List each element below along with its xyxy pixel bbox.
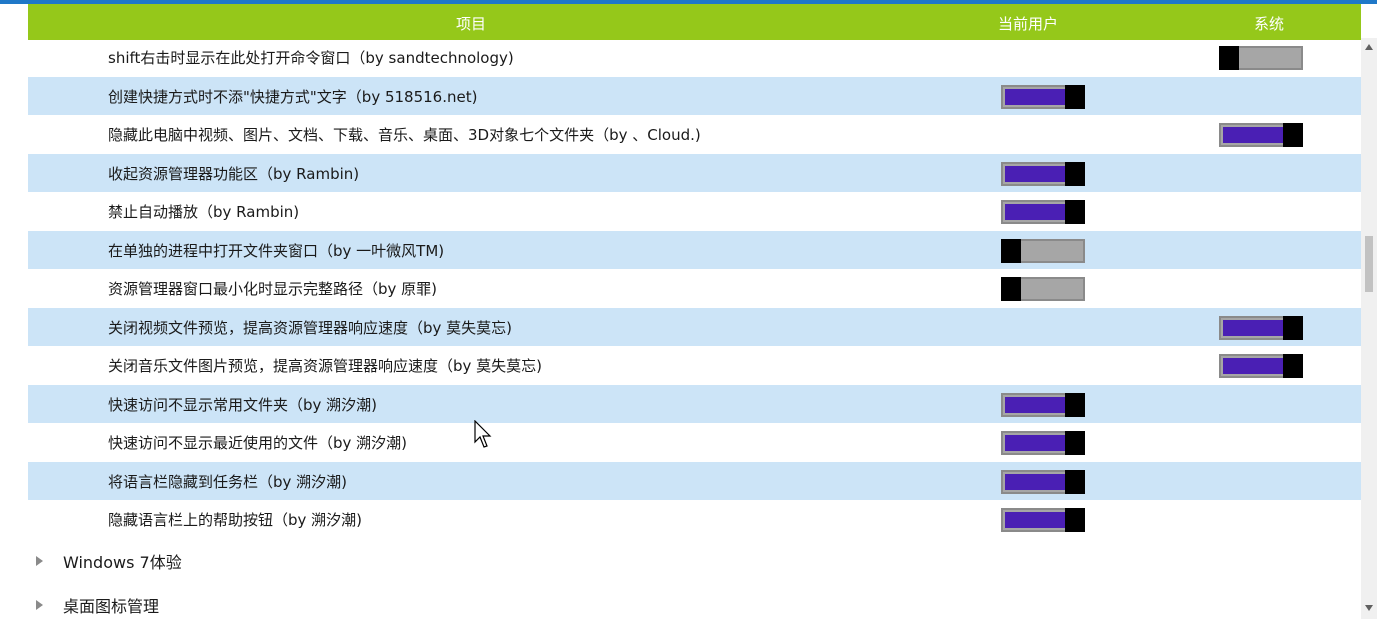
setting-label: 禁止自动播放（by Rambin) bbox=[108, 203, 300, 221]
setting-row: shift右击时显示在此处打开命令窗口（by sandtechnology) bbox=[28, 38, 1361, 77]
setting-row: 将语言栏隐藏到任务栏（by 溯汐潮) bbox=[28, 461, 1361, 500]
group-desktop-icon-management[interactable]: 桌面图标管理 bbox=[36, 593, 159, 617]
current-user-toggle[interactable] bbox=[1001, 238, 1085, 263]
setting-row: 隐藏语言栏上的帮助按钮（by 溯汐潮) bbox=[28, 500, 1361, 539]
setting-label: 隐藏此电脑中视频、图片、文档、下载、音乐、桌面、3D对象七个文件夹（by 、Cl… bbox=[108, 126, 701, 144]
column-header-system: 系统 bbox=[1254, 15, 1285, 33]
settings-list: shift右击时显示在此处打开命令窗口（by sandtechnology) 创建… bbox=[28, 38, 1361, 539]
expand-arrow-icon[interactable] bbox=[36, 556, 43, 566]
current-user-toggle[interactable] bbox=[1001, 200, 1085, 224]
toggle-thumb bbox=[1283, 123, 1303, 147]
setting-label: 快速访问不显示最近使用的文件（by 溯汐潮) bbox=[108, 434, 408, 452]
setting-label: 快速访问不显示常用文件夹（by 溯汐潮) bbox=[108, 395, 378, 414]
system-toggle[interactable] bbox=[1219, 315, 1303, 340]
group-label: Windows 7体验 bbox=[63, 553, 182, 572]
setting-row: 快速访问不显示常用文件夹（by 溯汐潮) bbox=[28, 384, 1361, 423]
group-label: 桌面图标管理 bbox=[63, 597, 160, 616]
setting-label: 在单独的进程中打开文件夹窗口（by 一叶微风TM) bbox=[108, 241, 445, 260]
setting-label: 创建快捷方式时不添"快捷方式"文字（by 518516.net) bbox=[108, 87, 478, 106]
column-header: 项目 当前用户 系统 bbox=[28, 4, 1361, 40]
mouse-cursor-icon bbox=[474, 420, 492, 448]
scroll-up-arrow-icon[interactable] bbox=[1365, 44, 1373, 50]
toggle-thumb bbox=[1001, 277, 1021, 301]
toggle-thumb bbox=[1065, 392, 1085, 417]
toggle-thumb bbox=[1065, 469, 1085, 494]
toggle-thumb bbox=[1283, 354, 1303, 378]
current-user-toggle[interactable] bbox=[1001, 469, 1085, 494]
setting-label: shift右击时显示在此处打开命令窗口（by sandtechnology) bbox=[108, 49, 514, 67]
setting-label: 关闭视频文件预览，提高资源管理器响应速度（by 莫失莫忘) bbox=[108, 318, 513, 337]
toggle-thumb bbox=[1001, 238, 1021, 263]
vertical-scrollbar[interactable] bbox=[1361, 38, 1377, 619]
current-user-toggle[interactable] bbox=[1001, 508, 1085, 532]
setting-row: 禁止自动播放（by Rambin) bbox=[28, 192, 1361, 231]
toggle-thumb bbox=[1065, 200, 1085, 224]
setting-label: 资源管理器窗口最小化时显示完整路径（by 原罪) bbox=[108, 280, 438, 298]
expand-arrow-icon[interactable] bbox=[36, 600, 43, 610]
setting-label: 收起资源管理器功能区（by Rambin) bbox=[108, 164, 360, 183]
toggle-thumb bbox=[1283, 315, 1303, 340]
scroll-down-arrow-icon[interactable] bbox=[1365, 605, 1373, 611]
current-user-toggle[interactable] bbox=[1001, 84, 1085, 109]
toggle-thumb bbox=[1219, 46, 1239, 70]
system-toggle[interactable] bbox=[1219, 354, 1303, 378]
setting-label: 将语言栏隐藏到任务栏（by 溯汐潮) bbox=[108, 472, 348, 491]
column-header-item: 项目 bbox=[456, 15, 487, 33]
toggle-thumb bbox=[1065, 84, 1085, 109]
setting-row: 创建快捷方式时不添"快捷方式"文字（by 518516.net) bbox=[28, 76, 1361, 115]
current-user-toggle[interactable] bbox=[1001, 431, 1085, 455]
setting-row: 收起资源管理器功能区（by Rambin) bbox=[28, 153, 1361, 192]
setting-row: 资源管理器窗口最小化时显示完整路径（by 原罪) bbox=[28, 269, 1361, 308]
setting-row: 快速访问不显示最近使用的文件（by 溯汐潮) bbox=[28, 423, 1361, 462]
toggle-thumb bbox=[1065, 161, 1085, 186]
system-toggle[interactable] bbox=[1219, 46, 1303, 70]
scrollbar-thumb[interactable] bbox=[1365, 236, 1373, 292]
system-toggle[interactable] bbox=[1219, 123, 1303, 147]
current-user-toggle[interactable] bbox=[1001, 161, 1085, 186]
current-user-toggle[interactable] bbox=[1001, 277, 1085, 301]
setting-row: 关闭视频文件预览，提高资源管理器响应速度（by 莫失莫忘) bbox=[28, 307, 1361, 346]
setting-row: 在单独的进程中打开文件夹窗口（by 一叶微风TM) bbox=[28, 230, 1361, 269]
current-user-toggle[interactable] bbox=[1001, 392, 1085, 417]
toggle-thumb bbox=[1065, 508, 1085, 532]
column-header-current-user: 当前用户 bbox=[998, 15, 1059, 33]
group-windows7-experience[interactable]: Windows 7体验 bbox=[36, 549, 182, 573]
setting-row: 隐藏此电脑中视频、图片、文档、下载、音乐、桌面、3D对象七个文件夹（by 、Cl… bbox=[28, 115, 1361, 154]
setting-row: 关闭音乐文件图片预览，提高资源管理器响应速度（by 莫失莫忘) bbox=[28, 346, 1361, 385]
setting-label: 关闭音乐文件图片预览，提高资源管理器响应速度（by 莫失莫忘) bbox=[108, 357, 543, 375]
setting-label: 隐藏语言栏上的帮助按钮（by 溯汐潮) bbox=[108, 511, 363, 529]
toggle-thumb bbox=[1065, 431, 1085, 455]
